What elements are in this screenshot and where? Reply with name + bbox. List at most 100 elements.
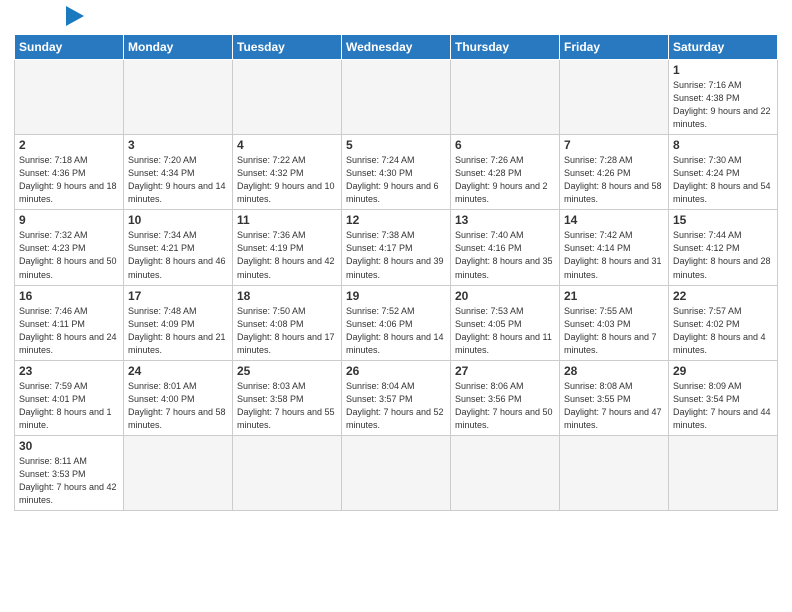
day-info: Sunrise: 7:50 AM Sunset: 4:08 PM Dayligh… bbox=[237, 305, 337, 357]
cal-cell bbox=[233, 435, 342, 510]
day-info: Sunrise: 7:16 AM Sunset: 4:38 PM Dayligh… bbox=[673, 79, 773, 131]
day-info: Sunrise: 7:20 AM Sunset: 4:34 PM Dayligh… bbox=[128, 154, 228, 206]
cal-cell: 28 Sunrise: 8:08 AM Sunset: 3:55 PM Dayli… bbox=[560, 360, 669, 435]
day-info: Sunrise: 7:24 AM Sunset: 4:30 PM Dayligh… bbox=[346, 154, 446, 206]
page: SundayMondayTuesdayWednesdayThursdayFrid… bbox=[0, 0, 792, 612]
cal-cell bbox=[15, 60, 124, 135]
day-number: 20 bbox=[455, 289, 555, 303]
day-number: 14 bbox=[564, 213, 664, 227]
day-number: 19 bbox=[346, 289, 446, 303]
day-number: 3 bbox=[128, 138, 228, 152]
calendar: SundayMondayTuesdayWednesdayThursdayFrid… bbox=[14, 34, 778, 511]
cal-cell: 13 Sunrise: 7:40 AM Sunset: 4:16 PM Dayli… bbox=[451, 210, 560, 285]
day-info: Sunrise: 7:40 AM Sunset: 4:16 PM Dayligh… bbox=[455, 229, 555, 281]
day-number: 21 bbox=[564, 289, 664, 303]
day-number: 13 bbox=[455, 213, 555, 227]
day-number: 23 bbox=[19, 364, 119, 378]
cal-cell: 6Sunrise: 7:26 AM Sunset: 4:28 PM Daylig… bbox=[451, 135, 560, 210]
day-info: Sunrise: 7:46 AM Sunset: 4:11 PM Dayligh… bbox=[19, 305, 119, 357]
weekday-header-sunday: Sunday bbox=[15, 35, 124, 60]
cal-cell: 24 Sunrise: 8:01 AM Sunset: 4:00 PM Dayli… bbox=[124, 360, 233, 435]
cal-cell bbox=[233, 60, 342, 135]
cal-cell: 4 Sunrise: 7:22 AM Sunset: 4:32 PM Daylig… bbox=[233, 135, 342, 210]
day-number: 4 bbox=[237, 138, 337, 152]
cal-cell: 30 Sunrise: 8:11 AM Sunset: 3:53 PM Dayli… bbox=[15, 435, 124, 510]
logo bbox=[14, 10, 84, 26]
day-number: 29 bbox=[673, 364, 773, 378]
day-number: 25 bbox=[237, 364, 337, 378]
day-number: 11 bbox=[237, 213, 337, 227]
cal-cell bbox=[669, 435, 778, 510]
day-number: 5 bbox=[346, 138, 446, 152]
day-info: Sunrise: 8:01 AM Sunset: 4:00 PM Dayligh… bbox=[128, 380, 228, 432]
day-info: Sunrise: 7:57 AM Sunset: 4:02 PM Dayligh… bbox=[673, 305, 773, 357]
cal-cell bbox=[451, 60, 560, 135]
weekday-header-thursday: Thursday bbox=[451, 35, 560, 60]
day-info: Sunrise: 7:53 AM Sunset: 4:05 PM Dayligh… bbox=[455, 305, 555, 357]
day-info: Sunrise: 8:04 AM Sunset: 3:57 PM Dayligh… bbox=[346, 380, 446, 432]
cal-cell bbox=[342, 435, 451, 510]
day-number: 17 bbox=[128, 289, 228, 303]
day-number: 7 bbox=[564, 138, 664, 152]
cal-cell: 22 Sunrise: 7:57 AM Sunset: 4:02 PM Dayli… bbox=[669, 285, 778, 360]
weekday-header-saturday: Saturday bbox=[669, 35, 778, 60]
logo-icon bbox=[66, 6, 84, 26]
day-info: Sunrise: 8:11 AM Sunset: 3:53 PM Dayligh… bbox=[19, 455, 119, 507]
day-number: 10 bbox=[128, 213, 228, 227]
day-info: Sunrise: 7:26 AM Sunset: 4:28 PM Dayligh… bbox=[455, 154, 555, 206]
cal-cell: 10 Sunrise: 7:34 AM Sunset: 4:21 PM Dayli… bbox=[124, 210, 233, 285]
weekday-header-tuesday: Tuesday bbox=[233, 35, 342, 60]
day-info: Sunrise: 7:22 AM Sunset: 4:32 PM Dayligh… bbox=[237, 154, 337, 206]
cal-cell: 26 Sunrise: 8:04 AM Sunset: 3:57 PM Dayli… bbox=[342, 360, 451, 435]
cal-cell: 11 Sunrise: 7:36 AM Sunset: 4:19 PM Dayli… bbox=[233, 210, 342, 285]
day-info: Sunrise: 7:34 AM Sunset: 4:21 PM Dayligh… bbox=[128, 229, 228, 281]
cal-cell: 21 Sunrise: 7:55 AM Sunset: 4:03 PM Dayli… bbox=[560, 285, 669, 360]
cal-cell: 20 Sunrise: 7:53 AM Sunset: 4:05 PM Dayli… bbox=[451, 285, 560, 360]
cal-cell: 8 Sunrise: 7:30 AM Sunset: 4:24 PM Daylig… bbox=[669, 135, 778, 210]
day-number: 22 bbox=[673, 289, 773, 303]
day-info: Sunrise: 7:55 AM Sunset: 4:03 PM Dayligh… bbox=[564, 305, 664, 357]
day-number: 8 bbox=[673, 138, 773, 152]
day-number: 1 bbox=[673, 63, 773, 77]
header bbox=[14, 10, 778, 26]
cal-cell bbox=[124, 435, 233, 510]
cal-cell bbox=[342, 60, 451, 135]
cal-cell: 9 Sunrise: 7:32 AM Sunset: 4:23 PM Daylig… bbox=[15, 210, 124, 285]
cal-cell bbox=[560, 60, 669, 135]
day-number: 12 bbox=[346, 213, 446, 227]
cal-cell: 25 Sunrise: 8:03 AM Sunset: 3:58 PM Dayli… bbox=[233, 360, 342, 435]
day-number: 26 bbox=[346, 364, 446, 378]
day-info: Sunrise: 7:59 AM Sunset: 4:01 PM Dayligh… bbox=[19, 380, 119, 432]
day-number: 24 bbox=[128, 364, 228, 378]
day-info: Sunrise: 7:52 AM Sunset: 4:06 PM Dayligh… bbox=[346, 305, 446, 357]
cal-cell: 7 Sunrise: 7:28 AM Sunset: 4:26 PM Daylig… bbox=[560, 135, 669, 210]
day-number: 9 bbox=[19, 213, 119, 227]
day-info: Sunrise: 8:06 AM Sunset: 3:56 PM Dayligh… bbox=[455, 380, 555, 432]
cal-cell bbox=[560, 435, 669, 510]
weekday-header-row: SundayMondayTuesdayWednesdayThursdayFrid… bbox=[15, 35, 778, 60]
day-info: Sunrise: 7:48 AM Sunset: 4:09 PM Dayligh… bbox=[128, 305, 228, 357]
cal-cell bbox=[124, 60, 233, 135]
day-info: Sunrise: 7:36 AM Sunset: 4:19 PM Dayligh… bbox=[237, 229, 337, 281]
day-info: Sunrise: 7:28 AM Sunset: 4:26 PM Dayligh… bbox=[564, 154, 664, 206]
day-number: 28 bbox=[564, 364, 664, 378]
cal-cell: 2Sunrise: 7:18 AM Sunset: 4:36 PM Daylig… bbox=[15, 135, 124, 210]
day-info: Sunrise: 7:44 AM Sunset: 4:12 PM Dayligh… bbox=[673, 229, 773, 281]
day-number: 27 bbox=[455, 364, 555, 378]
cal-cell: 14Sunrise: 7:42 AM Sunset: 4:14 PM Dayli… bbox=[560, 210, 669, 285]
weekday-header-friday: Friday bbox=[560, 35, 669, 60]
cal-cell: 18 Sunrise: 7:50 AM Sunset: 4:08 PM Dayli… bbox=[233, 285, 342, 360]
day-number: 18 bbox=[237, 289, 337, 303]
day-number: 30 bbox=[19, 439, 119, 453]
day-info: Sunrise: 7:18 AM Sunset: 4:36 PM Dayligh… bbox=[19, 154, 119, 206]
day-info: Sunrise: 8:03 AM Sunset: 3:58 PM Dayligh… bbox=[237, 380, 337, 432]
day-info: Sunrise: 8:08 AM Sunset: 3:55 PM Dayligh… bbox=[564, 380, 664, 432]
cal-cell: 5 Sunrise: 7:24 AM Sunset: 4:30 PM Daylig… bbox=[342, 135, 451, 210]
cal-cell: 23 Sunrise: 7:59 AM Sunset: 4:01 PM Dayli… bbox=[15, 360, 124, 435]
cal-cell: 19 Sunrise: 7:52 AM Sunset: 4:06 PM Dayli… bbox=[342, 285, 451, 360]
day-info: Sunrise: 7:32 AM Sunset: 4:23 PM Dayligh… bbox=[19, 229, 119, 281]
day-number: 15 bbox=[673, 213, 773, 227]
cal-cell: 17 Sunrise: 7:48 AM Sunset: 4:09 PM Dayli… bbox=[124, 285, 233, 360]
weekday-header-monday: Monday bbox=[124, 35, 233, 60]
day-info: Sunrise: 7:30 AM Sunset: 4:24 PM Dayligh… bbox=[673, 154, 773, 206]
